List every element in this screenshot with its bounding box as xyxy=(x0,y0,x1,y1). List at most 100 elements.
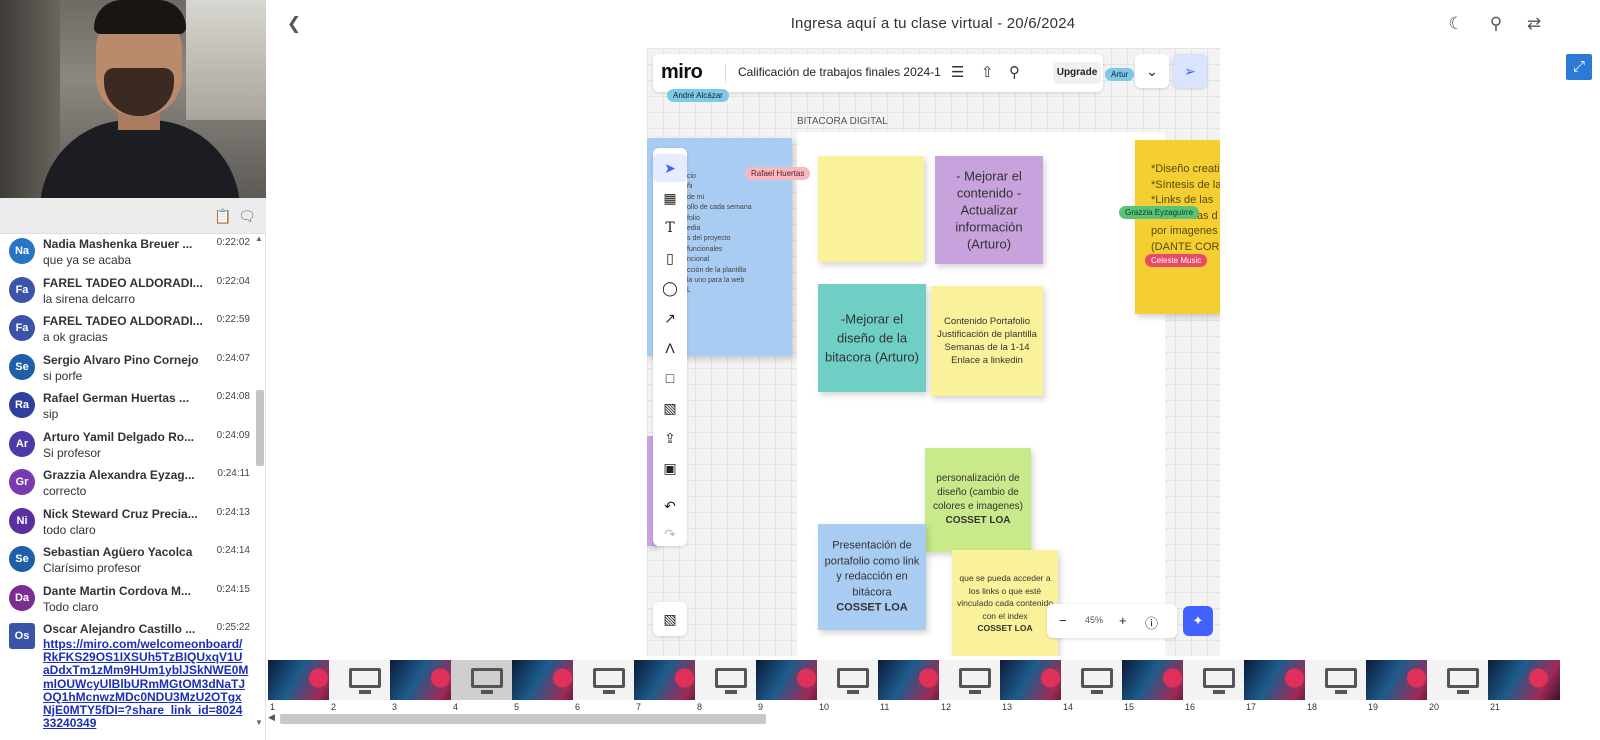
message-text: Clarísimo profesor xyxy=(43,561,142,575)
avatar: Ar xyxy=(9,430,35,457)
frame-icon[interactable]: ▧ xyxy=(653,394,687,422)
chat-scrollbar[interactable]: ▲ ▼ xyxy=(254,234,266,730)
chat-scroll-thumb[interactable] xyxy=(256,390,264,466)
comment-icon[interactable]: □ xyxy=(653,364,687,392)
text-tool-icon[interactable]: T xyxy=(653,214,687,242)
shapes-icon[interactable]: ◯ xyxy=(653,274,687,302)
avatar: Se xyxy=(9,546,35,572)
miro-board-screenshare: miro Calificación de trabajos finales 20… xyxy=(647,48,1220,656)
chat-message: Ni Nick Steward Cruz Precia... 0:24:13 todo… xyxy=(0,504,252,543)
message-time: 0:24:15 xyxy=(216,583,250,595)
sender-name: Nick Steward Cruz Precia... xyxy=(43,506,198,521)
dark-mode-moon-icon[interactable]: ☾ xyxy=(1446,14,1466,34)
templates-icon[interactable]: ▦ xyxy=(653,184,687,212)
sticky-line: ollo de cada semana xyxy=(687,204,752,212)
sticky-note-contenido[interactable]: Contenido Portafolio Justificación de pl… xyxy=(931,286,1043,396)
message-text: sip xyxy=(43,407,59,421)
miro-share-link[interactable]: https://miro.com/welcomeonboard/RkFKS29O… xyxy=(43,637,249,730)
message-time: 0:24:08 xyxy=(216,391,250,402)
session-title: Ingresa aquí a tu clase virtual - 20/6/2… xyxy=(790,15,1076,32)
avatar: Na xyxy=(9,238,35,264)
sticky-line: *Síntesis de la xyxy=(1151,178,1220,191)
chevron-down-icon[interactable]: ⌄ xyxy=(1135,54,1169,88)
thumbnails-scroll-thumb[interactable] xyxy=(280,714,766,724)
top-bar: ❮ Ingresa aquí a tu clase virtual - 20/6… xyxy=(266,0,1600,48)
slide-number: 15 xyxy=(1124,702,1135,712)
message-text: la sirena delcarro xyxy=(43,291,136,306)
zoom-out-icon[interactable]: − xyxy=(1059,613,1067,628)
upload-icon[interactable]: ⇪ xyxy=(653,424,687,452)
message-time: 0:22:04 xyxy=(216,275,250,287)
sticky-line: folio xyxy=(687,214,700,222)
sticky-note-icon[interactable]: ▯ xyxy=(653,244,687,272)
message-time: 0:24:14 xyxy=(216,545,250,556)
fullscreen-button[interactable]: ⤢ xyxy=(1566,54,1592,80)
chat-message: Se Sebastian Agüero Yacolca 0:24:14 Clarísi… xyxy=(0,542,252,581)
search-icon[interactable]: ⚲ xyxy=(1486,14,1506,34)
ai-sparkle-icon[interactable]: ✦ xyxy=(1183,606,1213,636)
pen-icon[interactable]: Λ xyxy=(653,334,687,362)
sticky-line: s del proyecto xyxy=(687,235,731,243)
add-more-icon[interactable]: ▣ xyxy=(653,454,687,482)
message-time: 0:24:09 xyxy=(216,429,250,441)
board-name[interactable]: Calificación de trabajos finales 2024-1 xyxy=(738,65,941,79)
sticky-note-yellow-links[interactable]: que se pueda acceder a los links o que e… xyxy=(952,550,1058,656)
message-time: 0:22:02 xyxy=(216,237,250,248)
chat-message: Na Nadia Mashenka Breuer ... 0:22:02 que ya… xyxy=(0,234,252,273)
sticky-note-yellow-empty[interactable] xyxy=(818,156,924,262)
frames-panel-icon[interactable]: ▧ xyxy=(653,602,687,636)
chat-message: Fa FAREL TADEO ALDORADI... 0:22:04 la siren… xyxy=(0,273,252,312)
slide-number: 7 xyxy=(636,702,642,712)
chat-bubbles-icon[interactable]: 🗨 xyxy=(238,207,256,225)
help-icon[interactable]: ⓘ xyxy=(1145,613,1158,632)
left-panel: 📋 🗨 Na Nadia Mashenka Breuer ... 0:22:02 qu… xyxy=(0,0,266,740)
avatar: Da xyxy=(9,584,35,611)
sticky-note-teal[interactable]: -Mejorar el diseño de la bitacora (Artur… xyxy=(818,284,926,392)
cursor-follow-icon[interactable]: ➢ xyxy=(1173,54,1207,88)
undo-icon[interactable]: ↶ xyxy=(653,492,687,520)
thumbnails-scrollbar[interactable]: ◀ xyxy=(266,712,1600,728)
miro-collab-bar: Artur ⌄ ➢ xyxy=(1105,54,1211,92)
zoom-in-icon[interactable]: + xyxy=(1119,613,1127,628)
clipboard-icon[interactable]: 📋 xyxy=(214,207,232,225)
chat-message: Se Sergio Alvaro Pino Cornejo 0:24:07 si po… xyxy=(0,350,252,389)
message-time: 0:24:07 xyxy=(216,352,250,364)
scroll-left-arrow[interactable]: ◀ xyxy=(268,712,275,723)
miro-tools-toolbar: ➤ ▦ T ▯ ◯ ↗ Λ □ ▧ ⇪ ▣ ↶ ↷ xyxy=(653,148,687,546)
message-time: 0:24:11 xyxy=(217,468,250,479)
redo-icon[interactable]: ↷ xyxy=(653,520,687,548)
sticky-line: ñi xyxy=(687,183,693,191)
upgrade-button[interactable]: Upgrade xyxy=(1053,62,1101,84)
connector-arrow-icon[interactable]: ↗ xyxy=(653,304,687,332)
sticky-note-purple[interactable]: - Mejorar el contenido -Actualizar infor… xyxy=(935,156,1043,264)
slide-number: 5 xyxy=(514,702,520,712)
sender-name: Arturo Yamil Delgado Ro... xyxy=(43,429,195,444)
sticky-note-gold-partial[interactable]: *Diseño creati *Síntesis de la *Links de l… xyxy=(1135,140,1220,314)
slide-number: 20 xyxy=(1429,702,1440,712)
sticky-line: de mi xyxy=(687,193,705,201)
avatar: Fa xyxy=(9,315,35,341)
slide-number: 6 xyxy=(575,702,581,712)
sticky-note-blue[interactable]: Presentación de portafolio como link y r… xyxy=(818,524,926,630)
upload-icon[interactable]: ⇧ xyxy=(981,63,994,81)
zoom-level: 45% xyxy=(1085,615,1104,625)
slide-number: 4 xyxy=(453,702,459,712)
chat-message-list: Na Nadia Mashenka Breuer ... 0:22:02 que ya… xyxy=(0,234,252,730)
scroll-up-arrow[interactable]: ▲ xyxy=(255,234,263,243)
scroll-down-arrow[interactable]: ▼ xyxy=(255,718,263,727)
search-icon[interactable]: ⚲ xyxy=(1009,63,1020,81)
menu-icon[interactable]: ☰ xyxy=(951,63,964,81)
select-cursor-icon[interactable]: ➤ xyxy=(653,154,687,182)
slide-number: 3 xyxy=(392,702,398,712)
message-text: todo claro xyxy=(43,522,96,537)
avatar: Os xyxy=(9,623,35,649)
sender-name: Dante Martin Cordova M... xyxy=(43,583,192,598)
slide-number: 2 xyxy=(331,702,337,712)
slide-thumbnail-image[interactable] xyxy=(1488,660,1560,700)
sticky-line: cio xyxy=(687,173,696,180)
sticky-line: cción de la plantilla xyxy=(687,266,747,274)
sender-name: Oscar Alejandro Castillo ... xyxy=(43,622,196,636)
sticky-note-green[interactable]: personalización de diseño (cambio de col… xyxy=(925,448,1031,552)
cursor-andre: André Alcázar xyxy=(667,89,729,102)
swap-layout-icon[interactable]: ⇄ xyxy=(1524,14,1544,34)
